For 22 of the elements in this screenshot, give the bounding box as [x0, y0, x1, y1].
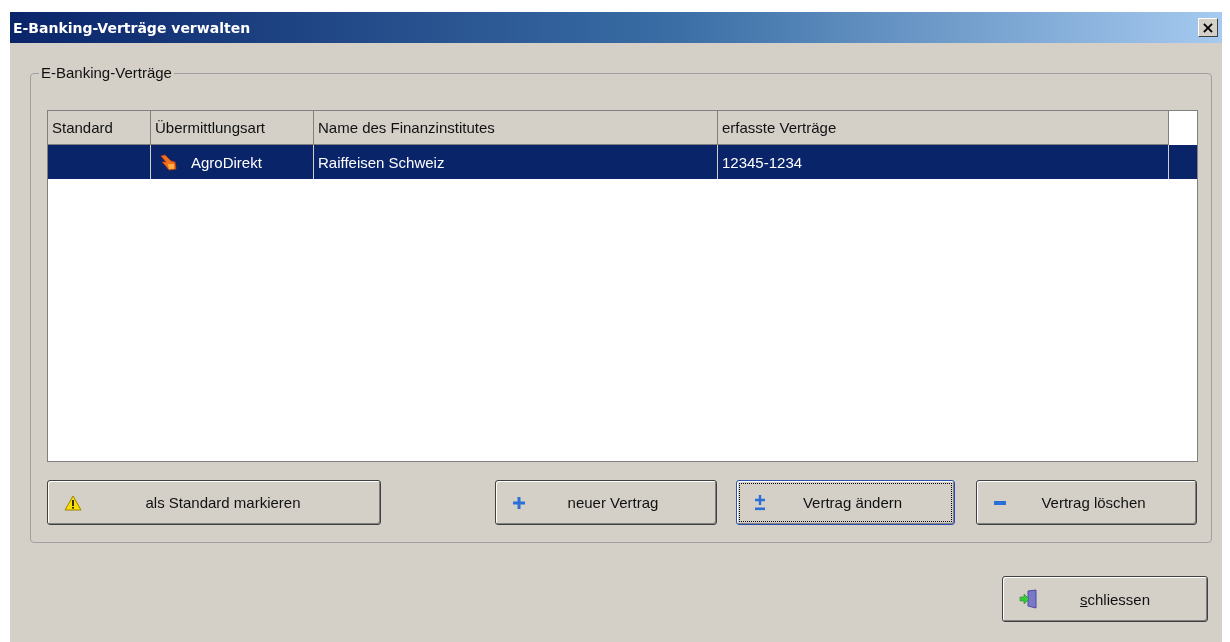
group-legend: E-Banking-Verträge: [39, 64, 174, 81]
column-header[interactable]: Übermittlungsart: [151, 111, 314, 145]
window-title: E-Banking-Verträge verwalten: [13, 19, 251, 36]
column-header[interactable]: Name des Finanzinstitutes: [314, 111, 718, 145]
action-button[interactable]: Vertrag ändern: [736, 480, 955, 525]
plus-icon: [512, 495, 526, 510]
table-cell: AgroDirekt: [191, 153, 262, 171]
pointing-hand-icon: [159, 153, 177, 171]
warning-icon: [64, 494, 82, 511]
plus-minus-icon: [753, 494, 767, 511]
column-header[interactable]: Standard: [48, 111, 151, 145]
table-cell: Raiffeisen Schweiz: [318, 153, 445, 171]
action-button[interactable]: neuer Vertrag: [495, 480, 717, 525]
column-header[interactable]: erfasste Verträge: [718, 111, 1169, 145]
close-button[interactable]: schliessen: [1002, 576, 1208, 622]
minus-icon: [993, 499, 1007, 506]
action-button[interactable]: als Standard markieren: [47, 480, 381, 525]
table-row[interactable]: AgroDirekt Raiffeisen Schweiz 12345-1234: [48, 145, 1197, 179]
table-cell: 12345-1234: [722, 153, 803, 171]
close-button[interactable]: ×: [1198, 18, 1218, 37]
action-button[interactable]: Vertrag löschen: [976, 480, 1197, 525]
door-exit-icon: [1019, 589, 1039, 609]
